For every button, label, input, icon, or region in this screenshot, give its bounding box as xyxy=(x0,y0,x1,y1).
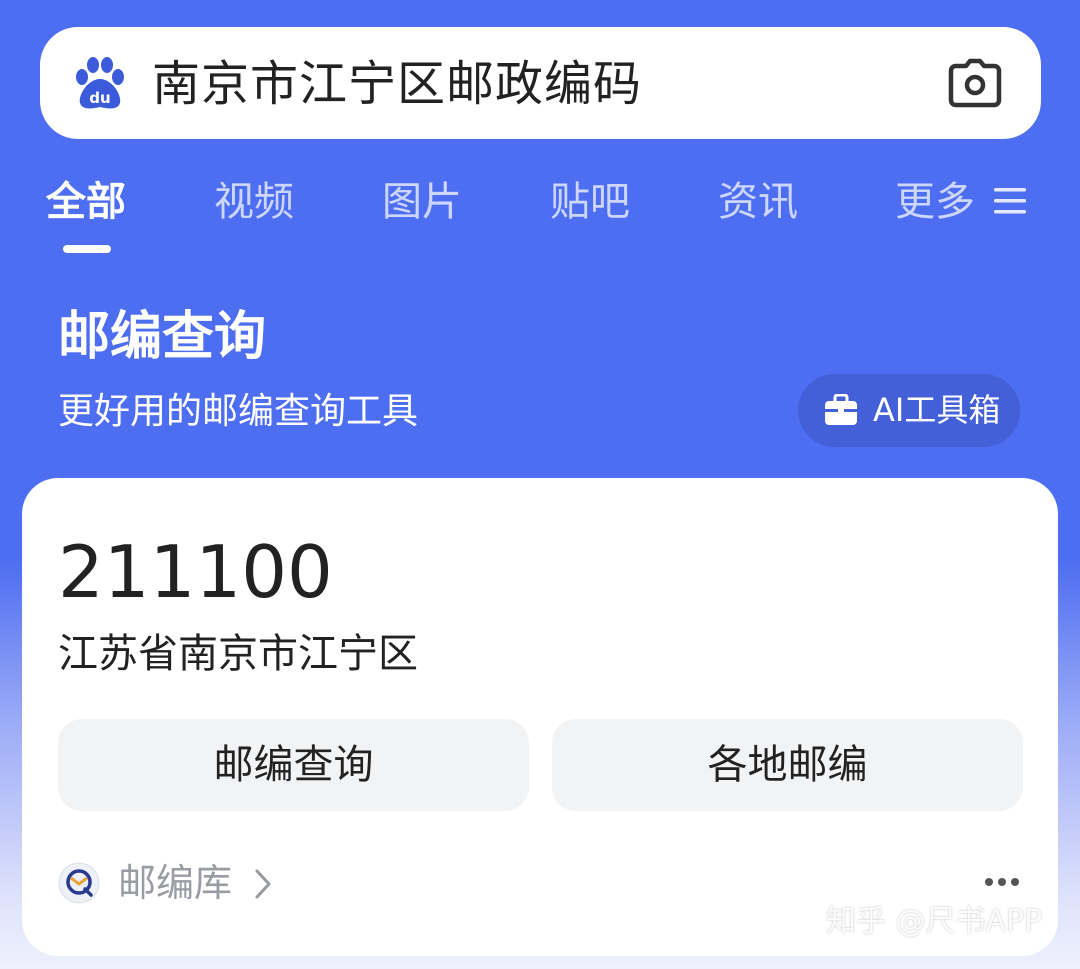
menu-icon[interactable] xyxy=(993,185,1027,217)
briefcase-icon xyxy=(825,394,857,425)
postcode-library-logo-icon xyxy=(58,862,100,904)
region-name: 江苏省南京市江宁区 xyxy=(58,631,418,677)
tab-news[interactable]: 资讯 xyxy=(718,176,798,228)
watermark: 知乎 @尺书APP xyxy=(826,904,1043,939)
more-options-icon[interactable] xyxy=(984,876,1020,888)
chevron-right-icon xyxy=(255,869,271,899)
tab-tieba[interactable]: 贴吧 xyxy=(550,176,630,228)
active-tab-indicator xyxy=(63,245,111,253)
baidu-logo-icon: du xyxy=(76,57,124,109)
ai-toolbox-label: AI工具箱 xyxy=(873,391,1001,429)
svg-text:du: du xyxy=(89,89,110,107)
ai-toolbox-button[interactable]: AI工具箱 xyxy=(798,374,1020,447)
camera-icon[interactable] xyxy=(948,58,1002,110)
tool-title: 邮编查询 xyxy=(58,307,267,367)
tool-subtitle: 更好用的邮编查询工具 xyxy=(58,391,419,432)
search-query[interactable]: 南京市江宁区邮政编码 xyxy=(152,54,642,114)
postcode-query-button[interactable]: 邮编查询 xyxy=(58,719,529,811)
tab-images[interactable]: 图片 xyxy=(382,176,462,228)
tab-video[interactable]: 视频 xyxy=(214,176,294,228)
tab-more[interactable]: 更多 xyxy=(895,176,975,228)
tab-all[interactable]: 全部 xyxy=(46,176,126,228)
postal-code: 211100 xyxy=(58,530,333,614)
source-label: 邮编库 xyxy=(118,861,233,905)
search-tabs: 全部 视频 图片 贴吧 资讯 更多 xyxy=(0,170,1080,260)
regional-postcodes-button[interactable]: 各地邮编 xyxy=(552,719,1023,811)
